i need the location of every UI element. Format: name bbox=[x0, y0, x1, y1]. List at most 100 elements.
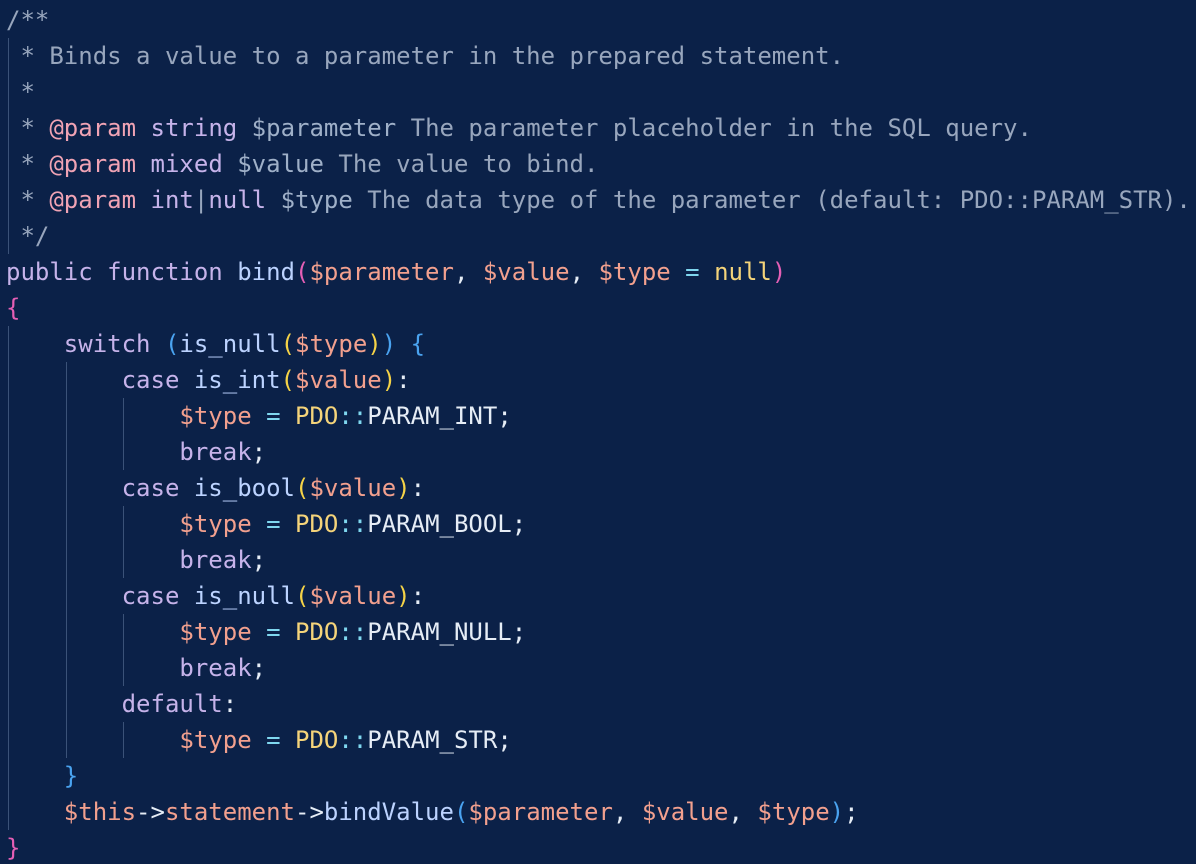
code-line[interactable]: } bbox=[0, 758, 1196, 794]
code-token-variable: $type bbox=[757, 798, 830, 826]
code-line[interactable]: switch (is_null($type)) { bbox=[0, 326, 1196, 362]
code-line[interactable]: case is_int($value): bbox=[0, 362, 1196, 398]
code-token-bracketYellow: ) bbox=[381, 366, 397, 394]
code-token-plain: , bbox=[612, 798, 642, 826]
code-editor[interactable]: /** * Binds a value to a parameter in th… bbox=[0, 0, 1196, 864]
code-token-variable: $value bbox=[641, 798, 729, 826]
code-token-plain: ; bbox=[497, 726, 512, 754]
code-token-bracketPink: ( bbox=[295, 258, 310, 286]
code-token-variable: $type bbox=[179, 726, 252, 754]
code-line[interactable]: * @param string $parameter The parameter… bbox=[0, 110, 1196, 146]
code-token-comment bbox=[266, 186, 280, 214]
code-token-plain: PARAM_BOOL bbox=[367, 510, 512, 538]
code-token-bracketBlue: } bbox=[63, 762, 79, 790]
code-token-variable: $parameter bbox=[309, 258, 454, 286]
code-token-plain: : bbox=[410, 582, 426, 610]
code-line[interactable]: case is_null($value): bbox=[0, 578, 1196, 614]
code-token-bracketYellow: ( bbox=[295, 474, 310, 502]
code-token-comment: The parameter placeholder in the SQL que… bbox=[396, 114, 1032, 142]
code-line[interactable]: } bbox=[0, 830, 1196, 864]
code-token-function: is_null bbox=[179, 330, 281, 358]
code-token-variable: $type bbox=[179, 402, 252, 430]
code-token-plain: PARAM_INT bbox=[367, 402, 498, 430]
code-token-operator: :: bbox=[338, 510, 368, 538]
code-token-keyword: default bbox=[121, 690, 223, 718]
code-token-operator: = bbox=[685, 258, 700, 286]
code-line[interactable]: * bbox=[0, 74, 1196, 110]
code-token-docType: mixed bbox=[150, 150, 223, 178]
code-token-variable: $value bbox=[309, 474, 397, 502]
code-token-bracketYellow: ( bbox=[280, 366, 295, 394]
code-token-comment: * bbox=[6, 78, 35, 106]
code-line[interactable]: * @param int|null $type The data type of… bbox=[0, 182, 1196, 218]
code-token-docType: null bbox=[208, 186, 267, 214]
code-token-docVar: $type bbox=[280, 186, 353, 214]
code-token-comment: /** bbox=[6, 6, 50, 34]
code-token-constant: PDO bbox=[295, 402, 339, 430]
code-lines[interactable]: /** * Binds a value to a parameter in th… bbox=[0, 2, 1196, 864]
code-line[interactable]: $type = PDO::PARAM_NULL; bbox=[0, 614, 1196, 650]
code-token-bracketBlue: ( bbox=[164, 330, 180, 358]
code-token-operator: = bbox=[266, 510, 281, 538]
code-line[interactable]: $type = PDO::PARAM_INT; bbox=[0, 398, 1196, 434]
code-token-operator: = bbox=[266, 402, 281, 430]
code-token-comment: * bbox=[6, 114, 50, 142]
code-token-bracketBlue: ) bbox=[381, 330, 397, 358]
code-line[interactable]: */ bbox=[0, 218, 1196, 254]
code-line[interactable]: $type = PDO::PARAM_STR; bbox=[0, 722, 1196, 758]
code-token-docVar: $value bbox=[237, 150, 324, 178]
code-line[interactable]: * @param mixed $value The value to bind. bbox=[0, 146, 1196, 182]
code-token-variable: $type bbox=[179, 618, 252, 646]
code-line[interactable]: { bbox=[0, 290, 1196, 326]
code-line[interactable]: public function bind($parameter, $value,… bbox=[0, 254, 1196, 290]
code-token-bracketPink: { bbox=[6, 294, 21, 322]
code-token-constant: null bbox=[714, 258, 772, 286]
code-token-bracketPink: ) bbox=[771, 258, 787, 286]
code-token-keyword: case bbox=[121, 474, 180, 502]
code-token-plain: -> bbox=[136, 798, 165, 826]
code-token-comment: */ bbox=[6, 222, 50, 250]
code-token-bracketBlue: ( bbox=[453, 798, 469, 826]
code-token-comment bbox=[223, 150, 237, 178]
code-token-function: is_bool bbox=[193, 474, 295, 502]
code-line[interactable]: $this->statement->bindValue($parameter, … bbox=[0, 794, 1196, 830]
code-token-bracketYellow: ( bbox=[295, 582, 310, 610]
code-token-keyword: case bbox=[121, 582, 180, 610]
code-token-docTag: @param bbox=[49, 114, 137, 142]
code-line[interactable]: default: bbox=[0, 686, 1196, 722]
code-token-bracketPink: } bbox=[6, 834, 21, 862]
code-line[interactable]: break; bbox=[0, 434, 1196, 470]
code-line[interactable]: $type = PDO::PARAM_BOOL; bbox=[0, 506, 1196, 542]
code-token-operator: :: bbox=[338, 618, 368, 646]
code-token-plain: , bbox=[453, 258, 483, 286]
code-token-plain: -> bbox=[295, 798, 324, 826]
code-token-keyword: case bbox=[121, 366, 180, 394]
code-token-docTag: @param bbox=[49, 186, 137, 214]
code-token-function: is_null bbox=[193, 582, 295, 610]
code-token-plain: ; bbox=[844, 798, 859, 826]
code-line[interactable]: /** bbox=[0, 2, 1196, 38]
code-line[interactable]: * Binds a value to a parameter in the pr… bbox=[0, 38, 1196, 74]
code-line[interactable]: break; bbox=[0, 650, 1196, 686]
code-line[interactable]: break; bbox=[0, 542, 1196, 578]
code-token-plain: : bbox=[396, 366, 411, 394]
code-token-comment bbox=[237, 114, 251, 142]
code-line[interactable]: case is_bool($value): bbox=[0, 470, 1196, 506]
code-token-plain: , bbox=[569, 258, 599, 286]
